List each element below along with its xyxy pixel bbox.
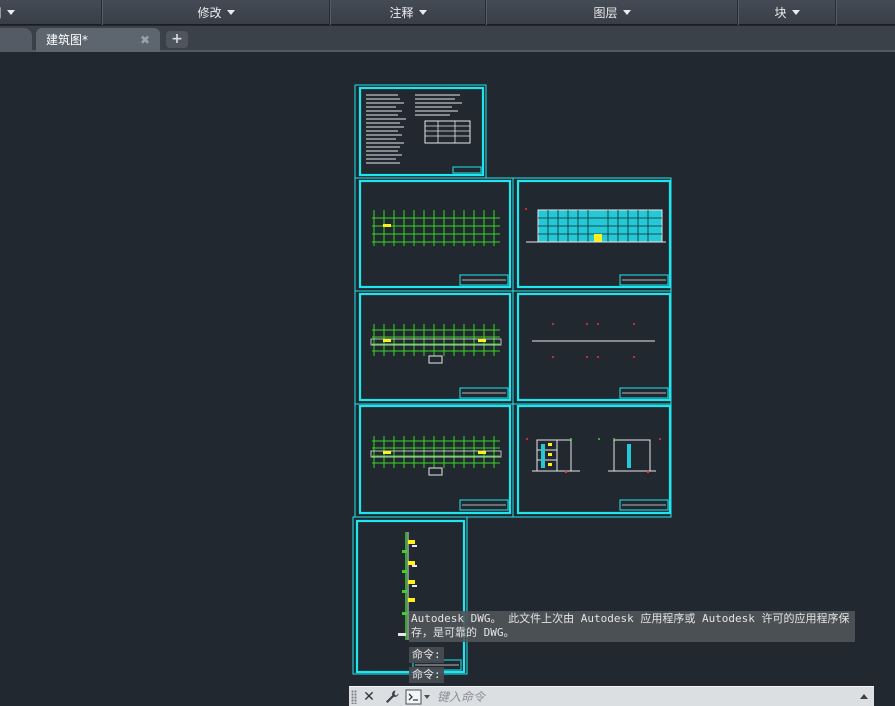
command-prompt-line: 命令: xyxy=(409,667,444,683)
sheet-notes[interactable] xyxy=(354,84,487,179)
ribbon-panel-next[interactable] xyxy=(836,0,895,25)
ribbon-panel-layers[interactable]: 图层 xyxy=(486,0,738,25)
sheet-section[interactable] xyxy=(512,290,672,405)
drawing-canvas[interactable] xyxy=(0,54,895,706)
ribbon-panel-block[interactable]: 块 xyxy=(738,0,836,25)
tab-label: 建筑图* xyxy=(46,33,89,47)
command-prompt-icon[interactable] xyxy=(405,689,433,705)
command-input[interactable] xyxy=(437,689,837,705)
sheet-plan-1[interactable] xyxy=(354,177,514,292)
ribbon-panel-label: 图层 xyxy=(593,6,618,20)
ribbon-panel-bar: 图 修改 注释 图层 块 xyxy=(0,0,895,25)
ribbon-panel-annotate[interactable]: 注释 xyxy=(330,0,486,25)
sheet-plan-2[interactable] xyxy=(354,290,514,405)
command-prompt-line: 命令: xyxy=(409,647,444,663)
chevron-down-icon xyxy=(226,10,235,15)
wrench-icon[interactable] xyxy=(383,688,401,706)
new-tab-button[interactable]: + xyxy=(166,31,188,48)
sheet-plan-3[interactable] xyxy=(354,403,514,518)
ribbon-panel-label: 修改 xyxy=(197,6,222,20)
chevron-down-icon xyxy=(622,10,631,15)
tab-start[interactable] xyxy=(0,28,32,50)
command-history: Autodesk DWG。 此文件上次由 Autodesk 应用程序或 Auto… xyxy=(409,611,855,642)
sheet-details[interactable] xyxy=(512,403,672,518)
grip-handle[interactable] xyxy=(351,690,357,704)
command-line: ✕ xyxy=(349,686,874,706)
chevron-down-icon xyxy=(418,10,427,15)
ribbon-panel-label: 块 xyxy=(774,6,787,20)
ribbon-panel-modify[interactable]: 修改 xyxy=(102,0,330,25)
file-tab-bar: 建筑图* ✖ + xyxy=(0,26,895,52)
sheet-elevation[interactable] xyxy=(512,177,672,292)
tab-drawing[interactable]: 建筑图* ✖ xyxy=(36,28,160,52)
ribbon-panel-label: 注释 xyxy=(389,6,414,20)
ribbon-panel-draw[interactable]: 图 xyxy=(0,0,102,25)
autocad-window: 图 修改 注释 图层 块 建筑图* ✖ + xyxy=(0,0,895,706)
close-icon[interactable]: ✖ xyxy=(140,28,150,52)
chevron-down-icon xyxy=(791,10,800,15)
chevron-down-icon xyxy=(6,10,15,15)
chevron-up-icon[interactable] xyxy=(860,694,868,699)
close-icon[interactable]: ✕ xyxy=(362,687,376,706)
ribbon-panel-label: 图 xyxy=(0,4,2,21)
